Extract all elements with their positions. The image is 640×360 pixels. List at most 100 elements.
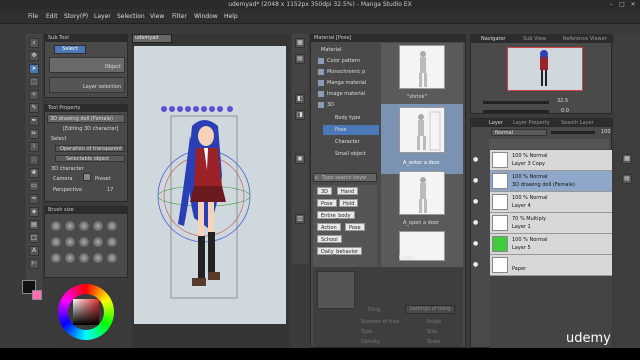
sub-tool-tab-select[interactable]: Select xyxy=(54,45,86,54)
material-search-input[interactable]: Type search keyw ⌕ xyxy=(313,173,377,182)
ruler-tool-icon[interactable]: ⊢ xyxy=(29,259,39,269)
brush-preset[interactable] xyxy=(107,253,117,263)
eraser-tool-icon[interactable]: ▭ xyxy=(29,181,39,191)
layer-row[interactable]: ● 100 % Normal Layer 4 xyxy=(473,192,612,213)
color-saturation-box[interactable] xyxy=(73,299,99,325)
tree-body-type[interactable]: Body type xyxy=(323,113,379,123)
navigator-preview[interactable] xyxy=(507,47,583,91)
gradient-tool-icon[interactable]: ▤ xyxy=(29,220,39,230)
material-thumb[interactable] xyxy=(399,171,445,215)
navigator-rotate-value[interactable]: 0.0 xyxy=(561,108,569,114)
brush-tool-icon[interactable]: ⌇ xyxy=(29,142,39,152)
decoration-tool-icon[interactable]: ❀ xyxy=(29,168,39,178)
layer-row[interactable]: ● 100 % Normal Layer 3 Copy xyxy=(473,150,612,171)
menu-view[interactable]: View xyxy=(150,13,164,20)
eye-icon[interactable]: ● xyxy=(473,156,481,164)
layer-row[interactable]: ● Paper xyxy=(473,255,612,276)
tree-image-material[interactable]: Image material xyxy=(315,89,379,99)
material-thumb[interactable] xyxy=(399,45,445,89)
rotate-slider[interactable] xyxy=(483,110,549,113)
panel-toggle-icon[interactable]: ◨ xyxy=(295,110,305,120)
tree-pose[interactable]: Pose xyxy=(323,125,379,135)
layer-row-selected[interactable]: ● 100 % Normal 3D drawing doll (Female) xyxy=(473,171,612,192)
tag-daily-behavior[interactable]: Daily_behavior xyxy=(317,247,363,255)
canvas-tab[interactable]: udemyad xyxy=(132,34,172,43)
tag-hold[interactable]: Hold xyxy=(339,199,359,207)
eye-icon[interactable]: ● xyxy=(473,261,481,269)
menu-window[interactable]: Window xyxy=(194,13,218,20)
brush-preset[interactable] xyxy=(65,237,75,247)
tab-sub-view[interactable]: Sub View xyxy=(523,36,546,42)
panel-toggle-icon[interactable]: ▥ xyxy=(295,214,305,224)
zoom-slider[interactable] xyxy=(483,101,549,104)
sub-tool-object[interactable]: Object xyxy=(49,57,125,73)
tree-small-object[interactable]: Small object xyxy=(323,149,379,159)
maximize-icon[interactable]: □ xyxy=(617,1,627,8)
tag-entire-body[interactable]: Entire_body xyxy=(317,211,355,219)
sub-color-swatch[interactable] xyxy=(32,290,42,300)
panel-toggle-icon[interactable]: ▤ xyxy=(622,174,632,184)
menu-selection[interactable]: Selection xyxy=(117,13,145,20)
airbrush-tool-icon[interactable]: ∴ xyxy=(29,155,39,165)
brush-preset[interactable] xyxy=(51,221,61,231)
tree-material[interactable]: Material xyxy=(315,45,379,55)
menu-help[interactable]: Help xyxy=(224,13,238,20)
operation-transparent-field[interactable]: Operation of transparent xyxy=(55,145,125,152)
camera-preset-icon[interactable] xyxy=(83,173,91,181)
tab-reference-viewer[interactable]: Reference Viewer xyxy=(563,36,607,42)
layer-row[interactable]: ● 100 % Normal Layer 5 xyxy=(473,234,612,255)
tree-monochromic[interactable]: Monochromic p xyxy=(315,67,379,77)
brush-preset[interactable] xyxy=(79,253,89,263)
eye-icon[interactable]: ● xyxy=(473,177,481,185)
brush-preset[interactable] xyxy=(107,221,117,231)
panel-toggle-icon[interactable]: ▣ xyxy=(295,154,305,164)
perspective-value[interactable]: 17 xyxy=(107,187,113,193)
menu-story[interactable]: Story(P) xyxy=(64,13,88,20)
layer-opacity-value[interactable]: 100 xyxy=(601,129,611,135)
navigator-zoom-value[interactable]: 32.5 xyxy=(557,98,568,104)
brush-preset[interactable] xyxy=(51,237,61,247)
menu-file[interactable]: File xyxy=(28,13,38,20)
selection-tool-icon[interactable]: ⬚ xyxy=(29,77,39,87)
selectable-object-field[interactable]: Selectable object xyxy=(55,155,125,162)
zoom-tool-icon[interactable]: ⌕ xyxy=(29,38,39,48)
menu-edit[interactable]: Edit xyxy=(46,13,58,20)
brush-preset[interactable] xyxy=(107,237,117,247)
panel-toggle-icon[interactable]: ▦ xyxy=(622,154,632,164)
tab-layer-property[interactable]: Layer Property xyxy=(513,120,550,126)
tree-character[interactable]: Character xyxy=(323,137,379,147)
tab-navigator[interactable]: Navigator xyxy=(481,36,505,42)
canvas-document[interactable] xyxy=(134,46,286,324)
brush-preset[interactable] xyxy=(65,221,75,231)
panel-toggle-icon[interactable]: ◧ xyxy=(295,94,305,104)
lasso-tool-icon[interactable]: ✧ xyxy=(29,90,39,100)
tag-pose[interactable]: Pose xyxy=(317,199,337,207)
text-tool-icon[interactable]: A xyxy=(29,246,39,256)
operation-tool-icon[interactable]: ➤ xyxy=(29,64,39,74)
brush-preset[interactable] xyxy=(93,221,103,231)
tree-3d[interactable]: 3D xyxy=(315,100,379,110)
move-tool-icon[interactable]: ✥ xyxy=(29,51,39,61)
material-thumb[interactable] xyxy=(399,107,445,153)
eyedropper-tool-icon[interactable]: ✎ xyxy=(29,103,39,113)
tree-color-pattern[interactable]: Color pattern xyxy=(315,56,379,66)
brush-preset[interactable] xyxy=(65,253,75,263)
tag-pose-2[interactable]: Pose xyxy=(345,223,365,231)
brush-preset[interactable] xyxy=(93,253,103,263)
menu-filter[interactable]: Filter xyxy=(172,13,187,20)
opacity-slider[interactable] xyxy=(551,131,595,134)
pen-tool-icon[interactable]: ✒ xyxy=(29,116,39,126)
tab-search-layer[interactable]: Search Layer xyxy=(561,120,594,126)
tab-layer[interactable]: Layer xyxy=(489,120,503,126)
tiling-settings-button[interactable]: Settings of tiling xyxy=(405,305,455,314)
panel-toggle-icon[interactable]: ▤ xyxy=(295,54,305,64)
figure-tool-icon[interactable]: □ xyxy=(29,233,39,243)
tag-3d[interactable]: 3D xyxy=(317,187,333,195)
brush-preset[interactable] xyxy=(79,237,89,247)
menu-layer[interactable]: Layer xyxy=(94,13,111,20)
eye-icon[interactable]: ● xyxy=(473,219,481,227)
pencil-tool-icon[interactable]: ✏ xyxy=(29,129,39,139)
brush-preset[interactable] xyxy=(51,253,61,263)
layer-row[interactable]: ● 70 % Multiply Layer 1 xyxy=(473,213,612,234)
blend-mode-select[interactable]: Normal xyxy=(491,129,547,136)
